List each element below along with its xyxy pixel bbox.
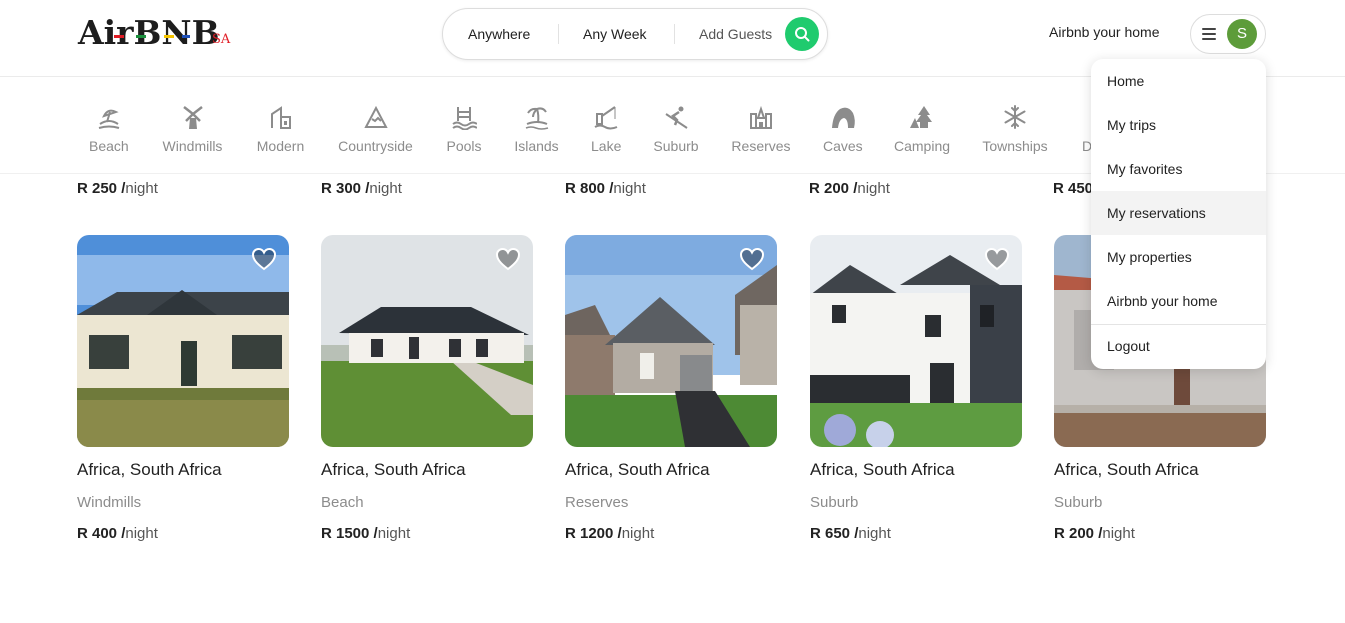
flag-stripe-red: [114, 35, 124, 38]
category-townships[interactable]: Townships: [980, 104, 1050, 154]
user-menu-button[interactable]: S: [1190, 14, 1266, 54]
category-camping[interactable]: Camping: [894, 104, 951, 154]
avatar: S: [1227, 19, 1257, 49]
airbnb-your-home-link[interactable]: Airbnb your home: [1049, 24, 1160, 40]
menu-item-logout[interactable]: Logout: [1091, 324, 1266, 368]
category-caves[interactable]: Caves: [823, 104, 863, 154]
category-label: Caves: [823, 138, 863, 154]
menu-item-airbnb-your-home[interactable]: Airbnb your home: [1091, 279, 1266, 323]
listing-card[interactable]: Africa, South Africa Suburb R 650 /night: [810, 235, 1022, 542]
category-label: Camping: [894, 138, 951, 154]
listing-card[interactable]: Africa, South Africa Beach R 1500 /night: [321, 235, 533, 542]
listing-price: R 400 /night: [77, 525, 158, 542]
cave-icon: [831, 107, 855, 128]
category-label: Townships: [982, 138, 1048, 154]
category-modern[interactable]: Modern: [256, 104, 305, 154]
brand-name: AirBNB: [78, 13, 220, 52]
search-icon: [795, 27, 810, 42]
beach-icon: [98, 109, 119, 129]
listing-location: Africa, South Africa: [1054, 460, 1199, 479]
search-guests[interactable]: Add Guests: [699, 9, 772, 59]
flag-stripe-green: [136, 35, 146, 38]
windmill-icon: [182, 106, 203, 129]
listing-photo[interactable]: [565, 235, 777, 447]
snowflake-icon: [1004, 105, 1026, 129]
listing-category: Suburb: [1054, 494, 1103, 511]
favorite-heart-icon[interactable]: [984, 247, 1010, 271]
category-label: Reserves: [731, 138, 791, 154]
category-label: Islands: [514, 138, 559, 154]
category-pools[interactable]: Pools: [446, 104, 482, 154]
menu-icon: [1202, 28, 1216, 40]
category-islands[interactable]: Islands: [514, 104, 559, 154]
menu-item-home[interactable]: Home: [1091, 59, 1266, 103]
listing-category: Windmills: [77, 494, 142, 511]
flag-stripe-blue: [182, 35, 190, 38]
listing-category: Beach: [321, 494, 364, 511]
menu-item-my-reservations[interactable]: My reservations: [1091, 191, 1266, 235]
brand-logo[interactable]: AirBNB SA: [78, 13, 230, 53]
listing-location: Africa, South Africa: [77, 460, 222, 479]
listing-location: Africa, South Africa: [810, 460, 955, 479]
listing-price: R 1200 /night: [565, 525, 655, 542]
previous-row-price: R 300 /night: [321, 180, 402, 197]
listing-photo[interactable]: [77, 235, 289, 447]
category-beach[interactable]: Beach: [89, 104, 129, 154]
mountain-icon: [363, 105, 388, 128]
user-dropdown-menu: Home My trips My favorites My reservatio…: [1091, 59, 1266, 369]
pool-icon: [452, 107, 477, 130]
listing-price: R 1500 /night: [321, 525, 411, 542]
castle-icon: [750, 105, 772, 129]
fishing-icon: [594, 106, 618, 130]
listing-category: Suburb: [810, 494, 859, 511]
search-anywhere[interactable]: Anywhere: [468, 9, 530, 59]
search-divider: [674, 24, 675, 44]
category-label: Windmills: [162, 138, 223, 154]
category-label: Pools: [446, 138, 482, 154]
forest-icon: [910, 106, 932, 128]
previous-row-price: R 250 /night: [77, 180, 158, 197]
category-label: Suburb: [653, 138, 699, 154]
favorite-heart-icon[interactable]: [495, 247, 521, 271]
search-bar[interactable]: Anywhere Any Week Add Guests: [442, 8, 828, 60]
menu-item-my-properties[interactable]: My properties: [1091, 235, 1266, 279]
listing-card[interactable]: Africa, South Africa Reserves R 1200 /ni…: [565, 235, 777, 542]
listing-photo[interactable]: [810, 235, 1022, 447]
favorite-heart-icon[interactable]: [251, 247, 277, 271]
search-button[interactable]: [785, 17, 819, 51]
island-icon: [525, 107, 548, 130]
previous-row-price: R 200 /night: [809, 180, 890, 197]
category-countryside[interactable]: Countryside: [337, 104, 414, 154]
flag-stripe-yellow: [164, 35, 174, 38]
search-divider: [558, 24, 559, 44]
category-lake[interactable]: Lake: [591, 104, 621, 154]
previous-row-price: R 800 /night: [565, 180, 646, 197]
listing-location: Africa, South Africa: [321, 460, 466, 479]
listing-location: Africa, South Africa: [565, 460, 710, 479]
modern-icon: [270, 106, 291, 129]
search-week[interactable]: Any Week: [583, 9, 647, 59]
menu-item-my-trips[interactable]: My trips: [1091, 103, 1266, 147]
favorite-heart-icon[interactable]: [739, 247, 765, 271]
listing-photo[interactable]: [321, 235, 533, 447]
listing-price: R 200 /night: [1054, 525, 1135, 542]
category-reserves[interactable]: Reserves: [731, 104, 791, 154]
menu-item-my-favorites[interactable]: My favorites: [1091, 147, 1266, 191]
listing-price: R 650 /night: [810, 525, 891, 542]
category-label: Countryside: [338, 138, 413, 154]
category-windmills[interactable]: Windmills: [161, 104, 224, 154]
skiing-icon: [665, 106, 688, 129]
category-suburb[interactable]: Suburb: [653, 104, 699, 154]
category-label: Lake: [591, 138, 622, 154]
brand-suffix: SA: [212, 32, 231, 47]
category-label: Modern: [256, 138, 305, 154]
previous-row-price: R 450: [1053, 180, 1094, 197]
listing-category: Reserves: [565, 494, 629, 511]
category-label: Beach: [89, 138, 129, 154]
listing-card[interactable]: Africa, South Africa Windmills R 400 /ni…: [77, 235, 289, 542]
